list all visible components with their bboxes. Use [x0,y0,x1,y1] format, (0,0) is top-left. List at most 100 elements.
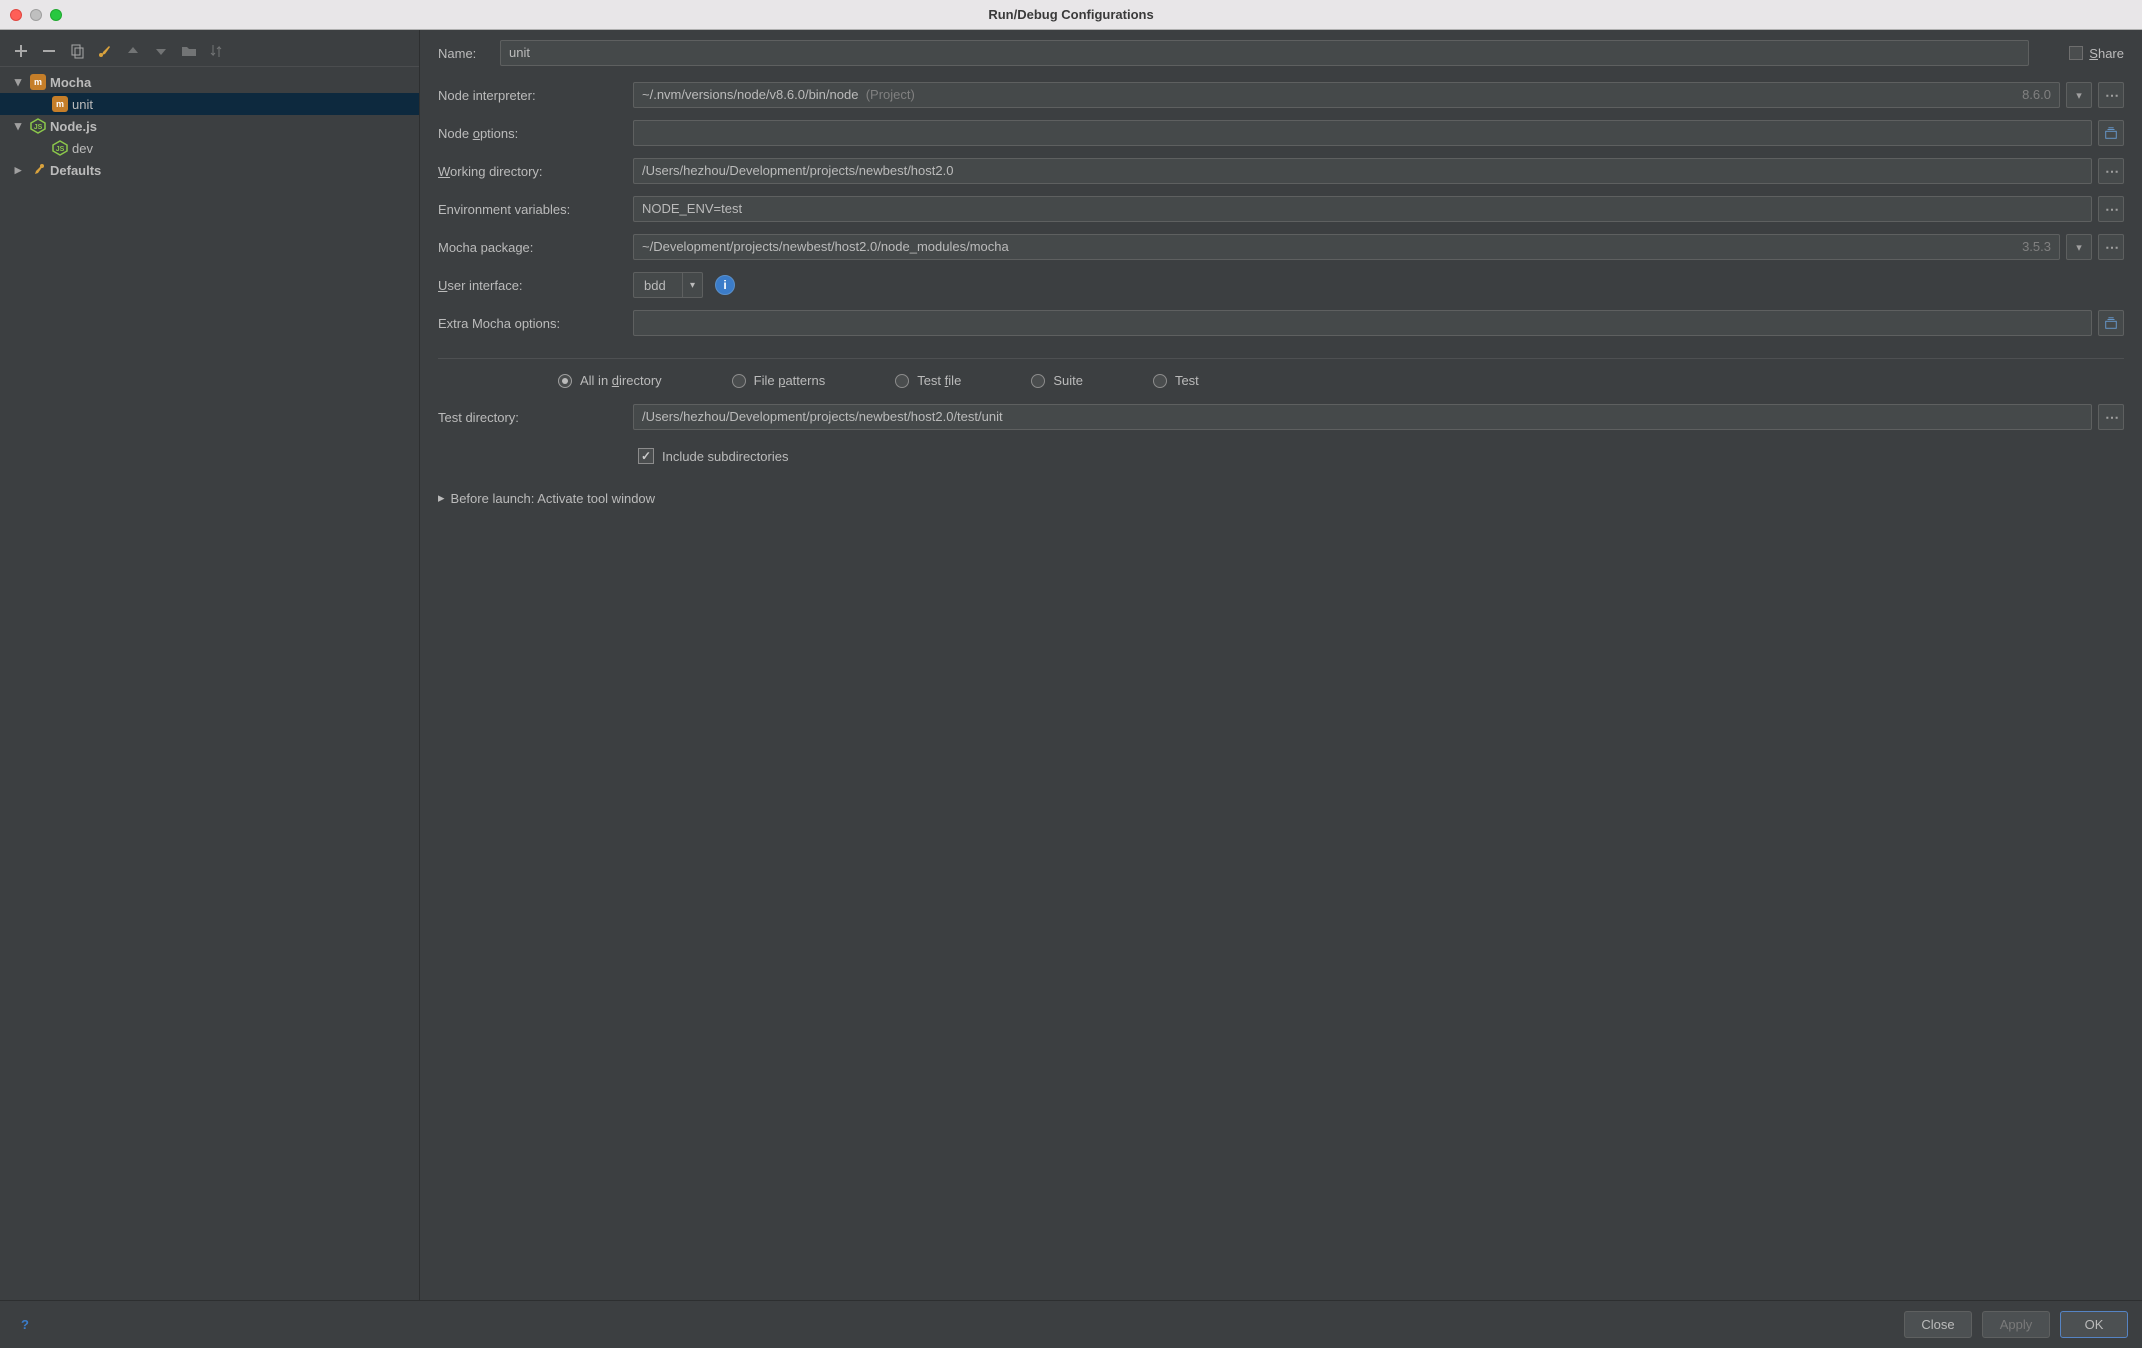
env-vars-label: Environment variables: [438,202,633,217]
config-tree: ▾ m Mocha m unit ▾ JS Node.js [0,67,419,1300]
nodejs-icon: JS [52,140,68,156]
tree-group-defaults[interactable]: ▸ Defaults [0,159,419,181]
working-dir-browse-icon[interactable] [2098,158,2124,184]
run-debug-config-dialog: Run/Debug Configurations [0,0,2142,1348]
name-input[interactable]: unit [500,40,2029,66]
scope-test-file[interactable]: Test file [895,373,961,388]
tree-group-label: Defaults [50,163,101,178]
user-interface-select[interactable]: bdd ▾ [633,272,703,298]
mocha-package-version: 3.5.3 [2022,239,2051,255]
radio-label: File patterns [754,373,826,388]
scope-file-patterns[interactable]: File patterns [732,373,826,388]
node-interpreter-version: 8.6.0 [2022,87,2051,103]
config-form: Name: unit Share Node interpreter: ~/.nv… [420,30,2142,1300]
help-icon[interactable]: ? [14,1314,36,1336]
user-interface-value: bdd [634,278,682,293]
before-launch-section[interactable]: ▸ Before launch: Activate tool window [438,490,2124,506]
radio-icon [732,374,746,388]
ok-button[interactable]: OK [2060,1311,2128,1338]
name-label: Name: [438,46,500,61]
extra-mocha-input[interactable] [633,310,2092,336]
mocha-package-browse-icon[interactable] [2098,234,2124,260]
chevron-right-icon: ▸ [438,490,445,506]
move-down-icon[interactable] [150,40,172,62]
close-button[interactable]: Close [1904,1311,1972,1338]
tree-group-mocha[interactable]: ▾ m Mocha [0,71,419,93]
working-dir-input[interactable]: /Users/hezhou/Development/projects/newbe… [633,158,2092,184]
mocha-package-dropdown-icon[interactable] [2066,234,2092,260]
tree-group-nodejs[interactable]: ▾ JS Node.js [0,115,419,137]
window-title: Run/Debug Configurations [0,7,2142,22]
node-options-expand-icon[interactable] [2098,120,2124,146]
window-controls [0,9,62,21]
maximize-window-icon[interactable] [50,9,62,21]
scope-test[interactable]: Test [1153,373,1199,388]
scope-all-in-directory[interactable]: All in directory [558,373,662,388]
env-vars-input[interactable]: NODE_ENV=test [633,196,2092,222]
node-interpreter-suffix: (Project) [866,87,915,102]
share-label: Share [2089,46,2124,61]
chevron-down-icon[interactable]: ▾ [10,118,26,134]
include-subdirs-label: Include subdirectories [662,449,788,464]
tree-item-unit[interactable]: m unit [0,93,419,115]
scope-suite[interactable]: Suite [1031,373,1083,388]
radio-label: Test [1175,373,1199,388]
chevron-down-icon[interactable]: ▾ [682,273,702,297]
extra-mocha-expand-icon[interactable] [2098,310,2124,336]
radio-icon [1031,374,1045,388]
remove-config-icon[interactable] [38,40,60,62]
sidebar: ▾ m Mocha m unit ▾ JS Node.js [0,30,420,1300]
svg-text:JS: JS [56,146,65,153]
tree-item-label: unit [72,97,93,112]
minimize-window-icon[interactable] [30,9,42,21]
radio-label: All in directory [580,373,662,388]
apply-button[interactable]: Apply [1982,1311,2050,1338]
user-interface-label: User interface: [438,278,633,293]
tree-item-label: dev [72,141,93,156]
close-window-icon[interactable] [10,9,22,21]
sidebar-toolbar [0,36,419,67]
copy-config-icon[interactable] [66,40,88,62]
titlebar: Run/Debug Configurations [0,0,2142,30]
dialog-footer: ? Close Apply OK [0,1300,2142,1348]
wrench-icon [30,162,46,178]
divider [438,358,2124,359]
edit-defaults-icon[interactable] [94,40,116,62]
node-options-label: Node options: [438,126,633,141]
share-checkbox[interactable] [2069,46,2083,60]
mocha-icon: m [52,96,68,112]
mocha-package-label: Mocha package: [438,240,633,255]
before-launch-label: Before launch: Activate tool window [451,491,656,506]
chevron-down-icon[interactable]: ▾ [10,74,26,90]
test-dir-input[interactable]: /Users/hezhou/Development/projects/newbe… [633,404,2092,430]
move-up-icon[interactable] [122,40,144,62]
tree-item-dev[interactable]: JS dev [0,137,419,159]
tree-group-label: Node.js [50,119,97,134]
sort-icon[interactable] [206,40,228,62]
mocha-icon: m [30,74,46,90]
extra-mocha-label: Extra Mocha options: [438,316,633,331]
test-dir-label: Test directory: [438,410,633,425]
node-options-input[interactable] [633,120,2092,146]
test-dir-browse-icon[interactable] [2098,404,2124,430]
add-config-icon[interactable] [10,40,32,62]
radio-label: Suite [1053,373,1083,388]
radio-label: Test file [917,373,961,388]
node-interpreter-value: ~/.nvm/versions/node/v8.6.0/bin/node [642,87,858,102]
info-icon[interactable]: i [715,275,735,295]
working-dir-label: Working directory: [438,164,633,179]
radio-icon [1153,374,1167,388]
mocha-package-value: ~/Development/projects/newbest/host2.0/n… [642,239,1009,254]
node-interpreter-dropdown-icon[interactable] [2066,82,2092,108]
node-interpreter-field[interactable]: ~/.nvm/versions/node/v8.6.0/bin/node (Pr… [633,82,2060,108]
chevron-right-icon[interactable]: ▸ [10,162,26,178]
env-vars-browse-icon[interactable] [2098,196,2124,222]
mocha-package-field[interactable]: ~/Development/projects/newbest/host2.0/n… [633,234,2060,260]
radio-icon [895,374,909,388]
svg-text:JS: JS [34,124,43,131]
tree-group-label: Mocha [50,75,91,90]
include-subdirs-checkbox[interactable] [638,448,654,464]
scope-radio-group: All in directory File patterns Test file… [438,373,2124,388]
node-interpreter-browse-icon[interactable] [2098,82,2124,108]
folder-icon[interactable] [178,40,200,62]
